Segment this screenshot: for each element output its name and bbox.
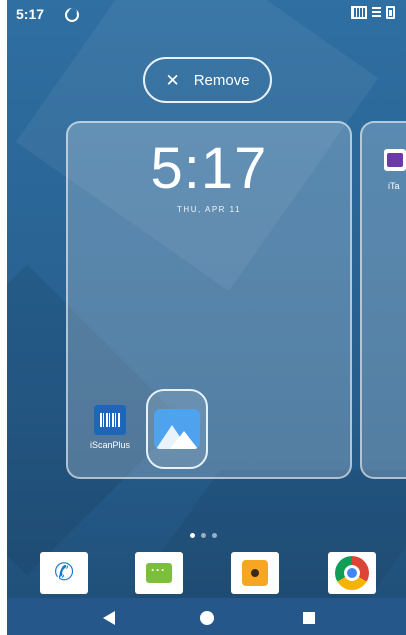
app-label: iTa bbox=[388, 181, 400, 191]
recents-button[interactable] bbox=[303, 612, 315, 624]
app-iscanplus[interactable]: iScanPlus bbox=[80, 405, 140, 450]
dock-music[interactable] bbox=[231, 552, 279, 594]
status-time: 5:17 bbox=[16, 6, 45, 22]
dock-phone[interactable]: ✆ bbox=[40, 552, 88, 594]
scanner-icon bbox=[351, 6, 367, 19]
phone-icon: ✆ bbox=[53, 559, 75, 586]
back-button[interactable] bbox=[103, 611, 115, 625]
close-icon: ✕ bbox=[165, 70, 180, 90]
page-dot bbox=[212, 533, 217, 538]
do-not-disturb-icon bbox=[65, 8, 79, 22]
music-icon bbox=[242, 560, 268, 586]
clock-widget-date: THU, APR 11 bbox=[177, 205, 241, 214]
page-dot-active bbox=[190, 533, 195, 538]
navigation-bar bbox=[7, 598, 406, 635]
home-screen: 5:17 ✕ Remove 5:17 THU, APR 11 iScanPlus… bbox=[7, 0, 406, 635]
home-page-card[interactable]: 5:17 THU, APR 11 iScanPlus bbox=[66, 121, 352, 479]
page-dot bbox=[201, 533, 206, 538]
dock-messaging[interactable] bbox=[135, 552, 183, 594]
remove-drop-target[interactable]: ✕ Remove bbox=[143, 57, 272, 103]
adjacent-page-card[interactable]: iTa bbox=[360, 121, 406, 479]
itask-icon[interactable] bbox=[384, 149, 406, 171]
dragged-app-gallery[interactable] bbox=[146, 389, 208, 469]
app-label: iScanPlus bbox=[89, 440, 131, 450]
barcode-icon bbox=[94, 405, 126, 435]
messaging-icon bbox=[146, 563, 172, 583]
page-indicator bbox=[190, 533, 217, 538]
dock: ✆ bbox=[7, 552, 406, 596]
remove-label: Remove bbox=[193, 71, 250, 89]
gallery-icon bbox=[154, 409, 200, 449]
chrome-icon bbox=[335, 556, 369, 590]
status-bar: 5:17 bbox=[7, 0, 406, 26]
home-button[interactable] bbox=[200, 611, 214, 625]
battery-icon bbox=[386, 6, 395, 19]
signal-icon bbox=[372, 6, 381, 19]
dock-chrome[interactable] bbox=[328, 552, 376, 594]
clock-widget-time[interactable]: 5:17 bbox=[68, 135, 350, 202]
